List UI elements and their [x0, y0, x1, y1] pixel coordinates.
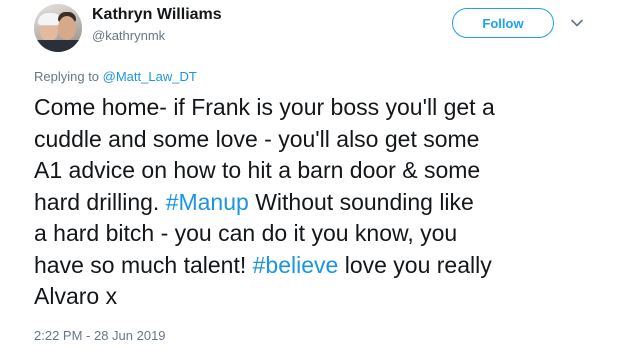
replying-to-label: Replying to	[34, 69, 103, 84]
tweet-text-line: have so much talent! #believe love you r…	[34, 250, 594, 282]
avatar[interactable]	[34, 4, 82, 52]
tweet-text-segment: have so much talent!	[34, 251, 253, 278]
tweet-card: Kathryn Williams @kathrynmk Follow Reply…	[0, 0, 620, 349]
tweet-text-line: hard drilling. #Manup Without sounding l…	[34, 187, 594, 219]
tweet-timestamp[interactable]: 2:22 PM - 28 Jun 2019	[34, 328, 166, 343]
tweet-text-line: Come home- if Frank is your boss you'll …	[34, 94, 495, 120]
chevron-down-icon[interactable]	[570, 16, 584, 30]
follow-button-label: Follow	[482, 15, 524, 31]
tweet-text-line: a hard bitch - you can do it you know, y…	[34, 220, 458, 246]
author-display-name[interactable]: Kathryn Williams	[92, 6, 222, 24]
avatar-person-2	[58, 16, 76, 40]
tweet-text-line: Alvaro x	[34, 283, 118, 309]
replying-to: Replying to @Matt_Law_DT	[34, 69, 197, 84]
tweet-text-segment: hard drilling.	[34, 188, 166, 215]
tweet-text: Come home- if Frank is your boss you'll …	[34, 92, 594, 313]
tweet-text-line: A1 advice on how to hit a barn door & so…	[34, 157, 481, 183]
author-handle[interactable]: @kathrynmk	[92, 28, 165, 43]
follow-button[interactable]: Follow	[452, 8, 554, 38]
tweet-text-segment: Without sounding like	[248, 188, 474, 215]
tweet-text-line: cuddle and some love - you'll also get s…	[34, 125, 480, 152]
reply-mention-link[interactable]: @Matt_Law_DT	[103, 69, 197, 84]
avatar-shirt	[34, 40, 82, 52]
tweet-text-segment: love you really	[338, 251, 492, 278]
hashtag-link[interactable]: #Manup	[166, 189, 249, 215]
hashtag-link[interactable]: #believe	[253, 252, 339, 278]
